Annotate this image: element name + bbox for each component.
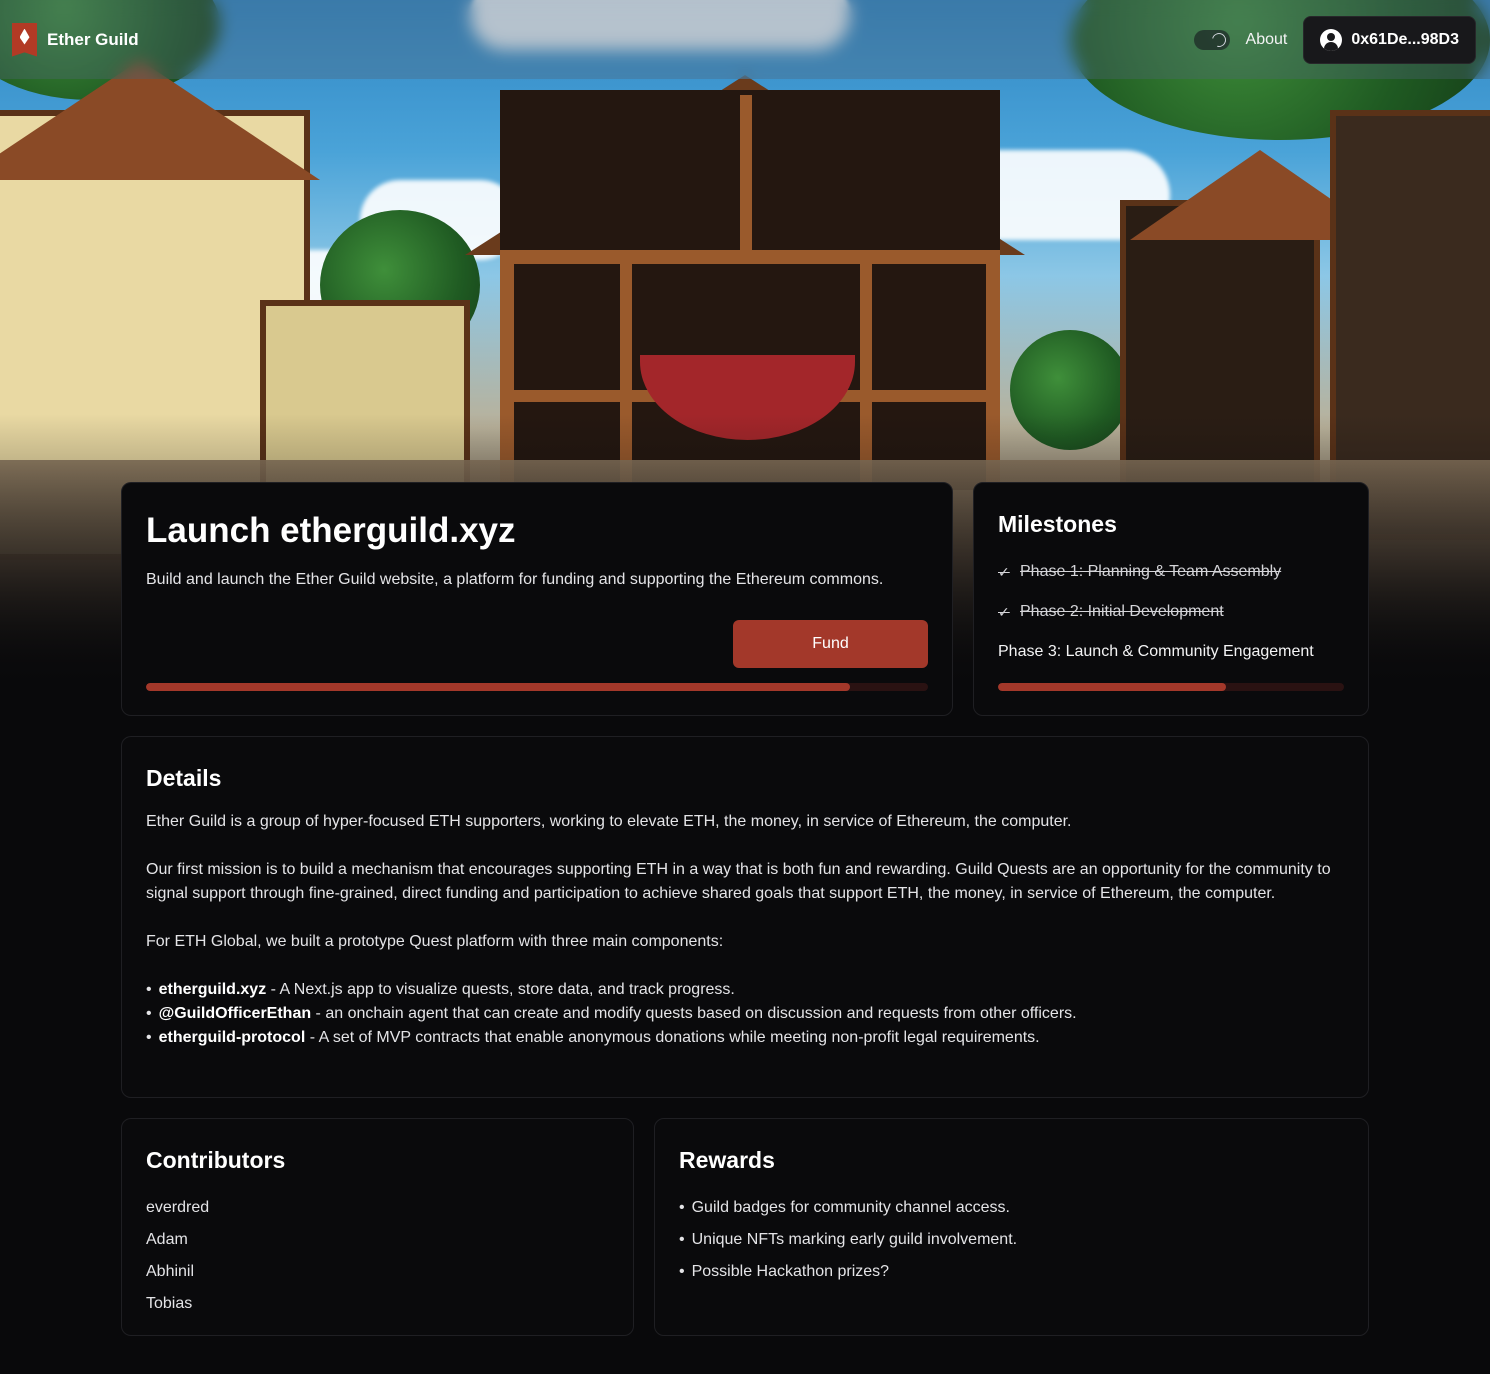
contributor-name: Abhinil [146, 1263, 195, 1280]
ether-guild-logo-icon [12, 22, 37, 57]
wallet-account-button[interactable]: 0x61De...98D3 [1303, 15, 1476, 64]
milestone-item: ✓ Phase 2: Initial Development [998, 592, 1344, 632]
component-name: @GuildOfficerEthan [158, 1005, 312, 1022]
component-name: etherguild-protocol [158, 1029, 306, 1046]
rewards-heading: Rewards [679, 1147, 775, 1173]
component-item: @GuildOfficerEthan - an onchain agent th… [146, 1002, 1344, 1026]
contributor-name: Tobias [146, 1295, 193, 1312]
components-list: etherguild.xyz - A Next.js app to visual… [146, 978, 1344, 1050]
contributor-name: everdred [146, 1199, 210, 1216]
component-name: etherguild.xyz [158, 981, 267, 998]
quest-title: Launch etherguild.xyz [146, 511, 516, 550]
component-text: - A set of MVP contracts that enable ano… [305, 1029, 1040, 1046]
contributors-card: Contributors everdred Adam Abhinil Tobia… [121, 1118, 634, 1336]
milestone-item: Phase 3: Launch & Community Engagement [998, 632, 1344, 672]
details-heading: Details [146, 765, 222, 791]
details-card: Details Ether Guild is a group of hyper-… [121, 736, 1369, 1098]
checkmark-icon: ✓ [998, 603, 1010, 620]
milestones-progress-bar [998, 683, 1344, 691]
rewards-card: Rewards Guild badges for community chann… [654, 1118, 1369, 1336]
top-navbar: Ether Guild About 0x61De...98D3 [0, 0, 1490, 79]
component-text: - A Next.js app to visualize quests, sto… [266, 981, 735, 998]
quest-page: Ether Guild About 0x61De...98D3 Launch e… [0, 0, 1490, 1374]
user-avatar-icon [1320, 28, 1343, 51]
about-link[interactable]: About [1246, 31, 1288, 49]
details-paragraph: For ETH Global, we built a prototype Que… [146, 933, 724, 950]
contributor-name: Adam [146, 1231, 188, 1248]
wallet-address: 0x61De...98D3 [1351, 30, 1459, 48]
details-paragraph: Ether Guild is a group of hyper-focused … [146, 813, 1072, 830]
component-item: etherguild-protocol - A set of MVP contr… [146, 1026, 1344, 1050]
milestones-list: ✓ Phase 1: Planning & Team Assembly ✓ Ph… [998, 552, 1344, 672]
milestones-heading: Milestones [998, 511, 1117, 537]
quest-card: Launch etherguild.xyz Build and launch t… [121, 482, 953, 716]
moon-icon [1208, 29, 1229, 50]
contributors-list: everdred Adam Abhinil Tobias [146, 1192, 609, 1320]
component-item: etherguild.xyz - A Next.js app to visual… [146, 978, 1344, 1002]
milestone-label: Phase 3: Launch & Community Engagement [998, 643, 1314, 660]
details-paragraph: Our first mission is to build a mechanis… [146, 861, 1331, 902]
checkmark-icon: ✓ [998, 563, 1010, 580]
milestone-item: ✓ Phase 1: Planning & Team Assembly [998, 552, 1344, 592]
milestones-progress-fill [998, 683, 1227, 691]
reward-item: Guild badges for community channel acces… [679, 1192, 1344, 1224]
milestones-card: Milestones ✓ Phase 1: Planning & Team As… [973, 482, 1369, 716]
rewards-list: Guild badges for community channel acces… [679, 1192, 1344, 1288]
brand-name: Ether Guild [47, 29, 139, 49]
reward-item: Unique NFTs marking early guild involvem… [679, 1224, 1344, 1256]
component-text: - an onchain agent that can create and m… [311, 1005, 1077, 1022]
quest-progress-bar [146, 683, 928, 691]
theme-toggle[interactable] [1193, 29, 1230, 50]
quest-description: Build and launch the Ether Guild website… [146, 571, 884, 588]
fund-button[interactable]: Fund [733, 620, 928, 668]
milestone-label: Phase 1: Planning & Team Assembly [1020, 563, 1282, 580]
brand-link[interactable]: Ether Guild [12, 22, 139, 57]
details-body: Ether Guild is a group of hyper-focused … [146, 810, 1344, 1050]
quest-progress-fill [146, 683, 850, 691]
contributors-heading: Contributors [146, 1147, 286, 1173]
milestone-label: Phase 2: Initial Development [1020, 603, 1224, 620]
reward-item: Possible Hackathon prizes? [679, 1256, 1344, 1288]
